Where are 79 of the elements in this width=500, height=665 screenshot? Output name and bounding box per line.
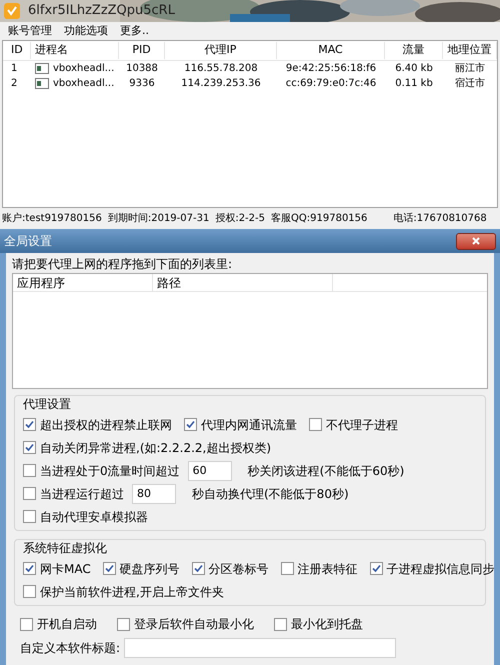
status-text: 授权:2-2-5 <box>215 212 266 226</box>
status-text: 到期时间:2019-07-31 <box>108 212 210 226</box>
checkbox[interactable] <box>309 418 322 431</box>
checkbox[interactable] <box>117 618 130 630</box>
checkbox-label: 网卡MAC <box>40 560 91 578</box>
column-header[interactable]: MAC <box>277 42 385 59</box>
seconds-field[interactable]: 60 <box>188 460 232 480</box>
menu-item[interactable]: 更多.. <box>120 22 149 40</box>
table-cell-text: 丽江市 <box>455 62 485 76</box>
table-cell-text: 6.40 kb <box>395 62 433 76</box>
checkbox-label: 开机自启动 <box>37 616 97 633</box>
checkbox-label: 不代理子进程 <box>326 416 398 434</box>
status-text: 客服QQ:919780156 <box>271 212 368 226</box>
window-title: 6lfxr5ILhzZzZQpu5cRL <box>28 2 175 20</box>
table-cell-text: 9e:42:25:56:18:f6 <box>286 62 376 76</box>
window-icon <box>35 63 49 74</box>
checkbox-label: 自动代理安卓模拟器 <box>40 508 148 526</box>
checkbox[interactable] <box>23 562 36 575</box>
checkbox-label: 代理内网通讯流量 <box>201 416 297 434</box>
checkbox-label: 超出授权的进程禁止联网 <box>40 416 172 434</box>
table-cell-text: 9336 <box>129 77 155 91</box>
field-label: 自定义本软件标题: <box>20 640 120 657</box>
table-cell-text: 116.55.78.208 <box>184 62 258 76</box>
column-header[interactable]: PID <box>119 42 165 59</box>
menu-item[interactable]: 功能选项 <box>64 22 108 40</box>
group-title: 系统特征虚拟化 <box>23 540 108 557</box>
table-cell-text: 1 <box>11 62 18 76</box>
status-text: 账户:test919780156 <box>2 212 102 226</box>
checkbox[interactable] <box>23 510 36 523</box>
checkbox-label: 子进程虚拟信息同步 <box>386 560 495 578</box>
table-cell-text: 2 <box>11 77 18 91</box>
checkbox-label: 当进程运行超过 <box>40 486 124 502</box>
checkbox-label: 登录后软件自动最小化 <box>134 616 254 633</box>
column-header[interactable]: 地理位置 <box>443 42 497 59</box>
table-cell-text: cc:69:79:e0:7c:46 <box>286 77 376 91</box>
close-icon <box>472 237 480 245</box>
checkbox[interactable] <box>102 562 116 575</box>
instruction-text: 请把要代理上网的程序拖到下面的列表里: <box>11 256 234 273</box>
status-text: 电话:17670810768 <box>393 212 487 226</box>
table-cell-text: vboxheadl... <box>53 62 114 76</box>
checkbox[interactable] <box>23 464 36 477</box>
column-header[interactable]: ID <box>3 42 31 59</box>
checkbox-label: 最小化到托盘 <box>291 616 363 633</box>
column-header[interactable]: 进程名 <box>31 42 119 59</box>
checkbox[interactable] <box>23 487 36 500</box>
table-cell-text: 114.239.253.36 <box>181 77 261 91</box>
column-header[interactable]: 路径 <box>153 274 333 292</box>
checkbox[interactable] <box>23 585 36 598</box>
checkbox[interactable] <box>23 418 36 431</box>
checkbox-label: 硬盘序列号 <box>120 560 180 578</box>
checkbox[interactable] <box>23 441 36 454</box>
menu-item[interactable]: 账号管理 <box>8 22 52 40</box>
checkbox-label: 保护当前软件进程,开启上帝文件夹 <box>40 584 224 600</box>
checkbox[interactable] <box>184 418 197 431</box>
checkbox[interactable] <box>20 618 33 630</box>
seconds-hint: 秒自动换代理(不能低于80秒) <box>192 486 349 502</box>
checkbox[interactable] <box>274 618 287 630</box>
dialog-title: 全局设置 <box>4 233 52 250</box>
column-header[interactable]: 代理IP <box>165 42 277 59</box>
seconds-hint: 秒关闭该进程(不能低于60秒) <box>248 462 404 480</box>
column-header[interactable]: 应用程序 <box>13 274 153 292</box>
seconds-field[interactable]: 80 <box>132 484 176 504</box>
app-logo-icon <box>4 3 20 19</box>
group-title: 代理设置 <box>23 396 72 413</box>
checkbox[interactable] <box>280 562 294 575</box>
table-cell-text: 宿迁市 <box>455 76 485 91</box>
title-field[interactable] <box>124 638 396 658</box>
column-header[interactable]: 流量 <box>385 42 443 59</box>
table-cell-text: 0.11 kb <box>395 77 433 91</box>
table-cell-text: vboxheadl... <box>53 77 114 91</box>
checkbox-label: 分区卷标号 <box>208 560 269 578</box>
table-cell-text: 10388 <box>126 62 158 76</box>
window-icon <box>35 78 49 89</box>
checkbox[interactable] <box>192 562 205 575</box>
checkbox-label: 当进程处于0流量时间超过 <box>40 462 180 480</box>
close-button[interactable] <box>456 232 496 250</box>
checkbox-label: 注册表特征 <box>298 560 358 578</box>
checkbox[interactable] <box>370 562 383 575</box>
checkbox-label: 自动关闭异常进程,(如:2.2.2.2,超出授权类) <box>40 440 272 456</box>
